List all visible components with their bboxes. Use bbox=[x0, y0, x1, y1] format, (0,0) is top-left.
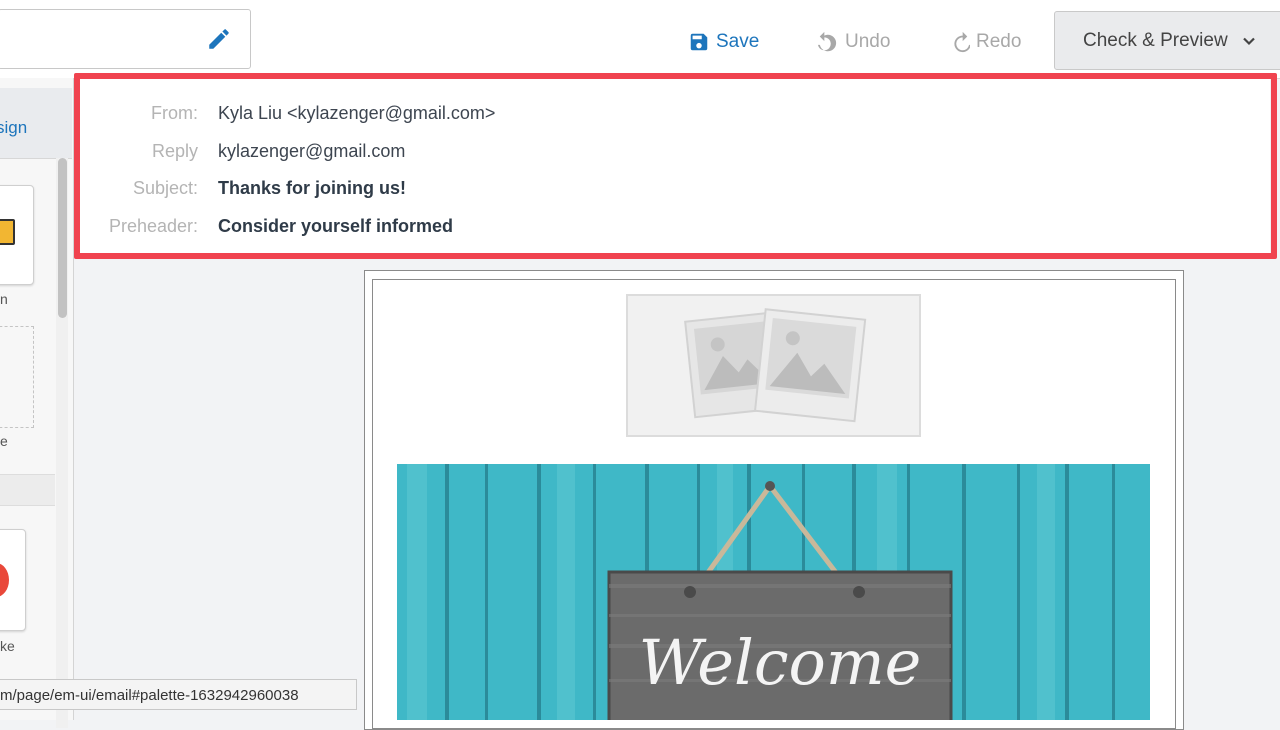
design-tab-label: sign bbox=[0, 118, 28, 137]
palette-block-label: e bbox=[0, 433, 8, 449]
check-preview-label: Check & Preview bbox=[1083, 29, 1228, 51]
welcome-sign-illustration: Welcome bbox=[397, 464, 1150, 720]
link-status-bar: m/page/em-ui/email#palette-1632942960038 bbox=[0, 679, 357, 710]
header-highlight-box bbox=[74, 73, 1277, 259]
undo-icon bbox=[818, 31, 837, 52]
logo-image-placeholder[interactable] bbox=[626, 294, 921, 437]
design-tab[interactable]: sign bbox=[0, 88, 72, 159]
palette-section-divider bbox=[0, 474, 55, 506]
palette-block-label: ke bbox=[0, 638, 15, 654]
palette-block-label: n bbox=[0, 291, 8, 307]
image-placeholder-icon bbox=[684, 308, 867, 423]
undo-button[interactable]: Undo bbox=[817, 26, 890, 58]
floppy-disk-icon bbox=[690, 33, 708, 51]
palette-block-tile[interactable] bbox=[0, 185, 34, 285]
palette-block-tile[interactable] bbox=[0, 529, 26, 631]
redo-button[interactable]: Redo bbox=[948, 26, 1021, 58]
palette-scroll-thumb[interactable] bbox=[58, 158, 67, 318]
check-preview-button[interactable]: Check & Preview bbox=[1054, 11, 1280, 70]
palette-drop-zone bbox=[0, 326, 34, 428]
block-palette: sign n e ke bbox=[0, 78, 74, 728]
pencil-icon[interactable] bbox=[206, 26, 232, 52]
chevron-down-icon bbox=[1242, 37, 1255, 45]
top-toolbar: Save Undo Redo Check & Preview bbox=[0, 0, 1280, 79]
save-label: Save bbox=[716, 31, 760, 52]
undo-label: Undo bbox=[845, 31, 891, 52]
welcome-sign-text: Welcome bbox=[639, 626, 922, 699]
save-button[interactable]: Save bbox=[688, 26, 759, 58]
redo-label: Redo bbox=[976, 31, 1022, 52]
redo-icon bbox=[954, 31, 970, 53]
email-name-field[interactable] bbox=[0, 9, 251, 69]
speech-bubble-icon bbox=[0, 219, 15, 245]
red-circle-icon bbox=[0, 563, 9, 597]
welcome-hero-image[interactable]: Welcome bbox=[397, 464, 1150, 720]
